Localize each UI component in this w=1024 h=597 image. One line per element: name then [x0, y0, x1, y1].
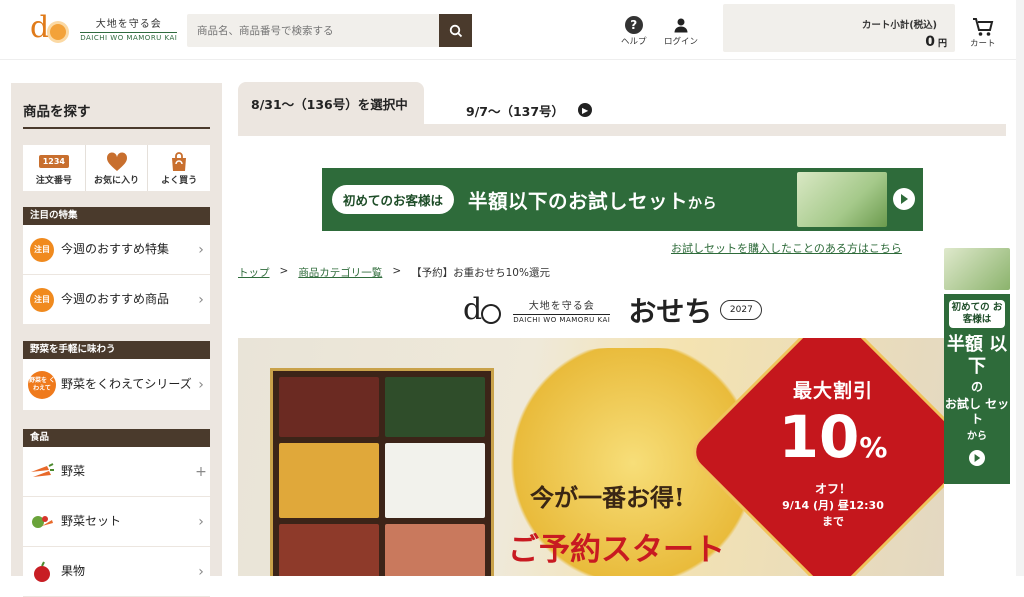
section-heading-vegetables-easy: 野菜を手軽に味わう	[23, 341, 210, 359]
scrollbar[interactable]	[1016, 0, 1024, 576]
divider	[23, 127, 210, 129]
carrot-icon	[31, 462, 54, 477]
tab-next-issue[interactable]: 9/7～（137号） ▶	[426, 96, 604, 124]
sidebar-title: 商品を探す	[23, 104, 91, 120]
sidebar-item-weekly-products[interactable]: 注目 今週のおすすめ商品 ›	[23, 275, 210, 325]
search-bar	[187, 14, 472, 47]
cart-subtotal-label: カート小計(税込)	[861, 20, 937, 31]
logo-mark: d	[30, 10, 50, 45]
chevron-right-icon: ›	[198, 513, 204, 530]
logo-sun-icon	[50, 24, 67, 40]
arrow-right-icon: ▶	[578, 103, 593, 117]
logo-sun-icon	[483, 306, 500, 322]
osechi-box-image	[270, 368, 494, 576]
hero-tagline: 今が一番お得!	[530, 483, 685, 512]
user-icon	[674, 18, 688, 33]
vegetable-set-icon	[32, 515, 53, 528]
cart-button[interactable]: カート	[970, 17, 996, 49]
banner-headline: 半額以下のお試しセットから	[468, 190, 718, 213]
search-button[interactable]	[439, 14, 472, 47]
sale-badge-text: 最大割引 10% オフ！ 9/14 (月) 昼12:30 まで	[778, 380, 888, 528]
breadcrumb-categories[interactable]: 商品カテゴリ一覧	[298, 265, 382, 280]
breadcrumb-top[interactable]: トップ	[238, 265, 270, 280]
banner-product-image	[797, 172, 887, 227]
sidebar: 商品を探す 1234 注文番号 お気に入り よく買う 注目の特集 注目 今週のお…	[11, 83, 222, 597]
cart-subtotal[interactable]: カート小計(税込) 0円	[723, 4, 955, 52]
logo-en-text: DAICHI WO MAMORU KAI	[80, 31, 178, 42]
trial-set-side-ad[interactable]: 初めての お客様は 半額 以下 の お試し セット から	[944, 248, 1010, 488]
heart-icon	[106, 151, 127, 171]
osechi-title: おせち	[628, 295, 713, 328]
breadcrumb: トップ > 商品カテゴリ一覧 > 【予約】お重おせち10%還元	[238, 265, 550, 280]
logo-mark: d	[463, 292, 483, 327]
banner-pill: 初めてのお客様は	[332, 185, 455, 214]
search-input[interactable]	[187, 14, 437, 47]
section-heading-food: 食品	[23, 429, 210, 447]
quick-frequent[interactable]: よく買う	[148, 145, 210, 191]
chevron-right-icon: ›	[198, 376, 204, 393]
help-icon: ?	[624, 16, 643, 34]
chevron-right-icon: ›	[198, 241, 204, 258]
expand-icon: +	[195, 463, 207, 480]
sidebar-item-vegetable-series[interactable]: 野菜を くわえて 野菜をくわえてシリーズ ›	[23, 359, 210, 411]
chevron-right-icon: ›	[198, 563, 204, 580]
sidebar-item-vegetables[interactable]: 野菜 +	[23, 447, 210, 497]
arrow-right-icon	[893, 188, 915, 210]
quick-favorites[interactable]: お気に入り	[86, 145, 149, 191]
section-heading-featured: 注目の特集	[23, 207, 210, 225]
site-header: d 大地を守る会 DAICHI WO MAMORU KAI ? ヘルプ ログイン…	[0, 0, 1024, 60]
apple-icon	[34, 561, 50, 582]
year-badge: 2027	[720, 300, 763, 320]
vegetable-series-icon: 野菜を くわえて	[28, 370, 56, 399]
trial-set-banner[interactable]: 初めてのお客様は 半額以下のお試しセットから	[322, 168, 923, 231]
login-label: ログイン	[664, 37, 699, 47]
sidebar-item-weekly-features[interactable]: 注目 今週のおすすめ特集 ›	[23, 225, 210, 275]
tabs-bar	[238, 124, 1006, 136]
breadcrumb-current: 【予約】お重おせち10%還元	[411, 267, 550, 279]
search-icon	[449, 24, 462, 37]
hero-headline: ご予約スタート	[508, 532, 725, 568]
sidebar-item-vegetable-sets[interactable]: 野菜セット ›	[23, 497, 210, 547]
cart-icon	[972, 18, 994, 36]
shopping-bag-icon	[172, 152, 187, 171]
quick-links: 1234 注文番号 お気に入り よく買う	[23, 145, 210, 191]
sidebar-item-fruits[interactable]: 果物 ›	[23, 547, 210, 597]
osechi-heading: d 大地を守る会 DAICHI WO MAMORU KAI おせち 2027	[463, 290, 763, 330]
login-link[interactable]: ログイン	[664, 15, 698, 47]
side-ad-product-image	[944, 248, 1010, 290]
help-label: ヘルプ	[621, 37, 647, 47]
cart-label: カート	[970, 39, 996, 49]
featured-icon: 注目	[30, 237, 54, 262]
arrow-right-icon	[969, 450, 985, 466]
tab-current-issue[interactable]: 8/31～（136号）を選択中	[238, 82, 424, 124]
cart-amount: 0円	[925, 34, 947, 50]
osechi-hero-banner[interactable]: 今が一番お得! ご予約スタート 最大割引 10% オフ！ 9/14 (月) 昼1…	[238, 338, 944, 576]
order-number-icon: 1234	[38, 155, 69, 168]
trial-purchased-link[interactable]: お試しセットを購入したことのある方はこちら	[671, 240, 902, 256]
help-link[interactable]: ? ヘルプ	[621, 15, 647, 47]
quick-order-number[interactable]: 1234 注文番号	[23, 145, 86, 191]
chevron-right-icon: ›	[198, 291, 204, 308]
featured-icon: 注目	[30, 287, 54, 312]
site-logo[interactable]: d 大地を守る会 DAICHI WO MAMORU KAI	[30, 10, 178, 45]
logo-jp-text: 大地を守る会	[95, 18, 162, 30]
